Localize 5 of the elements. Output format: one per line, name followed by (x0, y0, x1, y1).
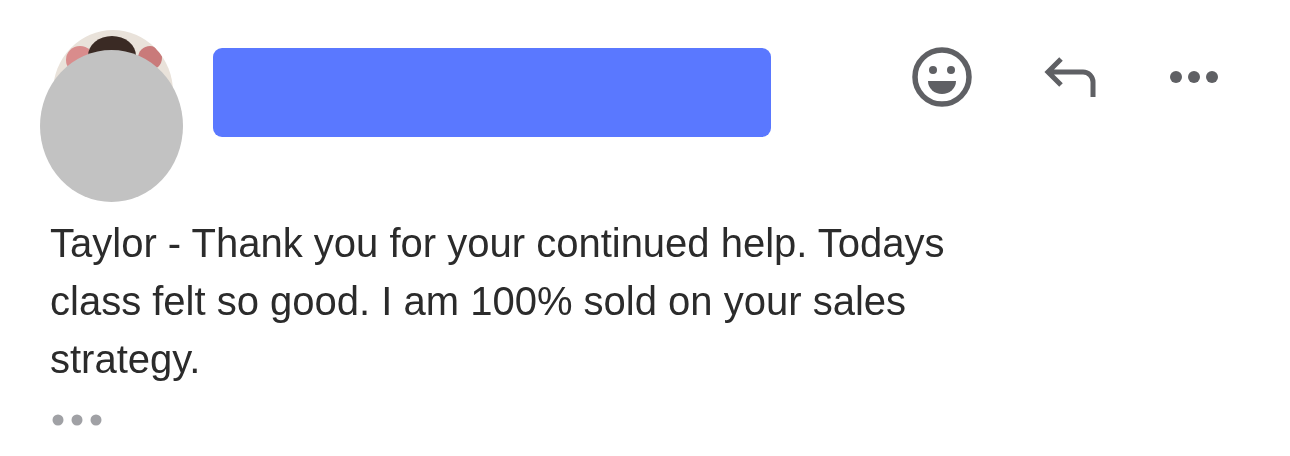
reply-icon[interactable] (1043, 55, 1099, 99)
expand-icon[interactable] (52, 414, 104, 426)
emoji-icon[interactable] (911, 46, 973, 108)
message-body: Taylor - Thank you for your continued help. Todays class felt so good. I am 100% sold on your sales strategy. (50, 220, 946, 383)
more-icon[interactable] (1169, 70, 1219, 84)
